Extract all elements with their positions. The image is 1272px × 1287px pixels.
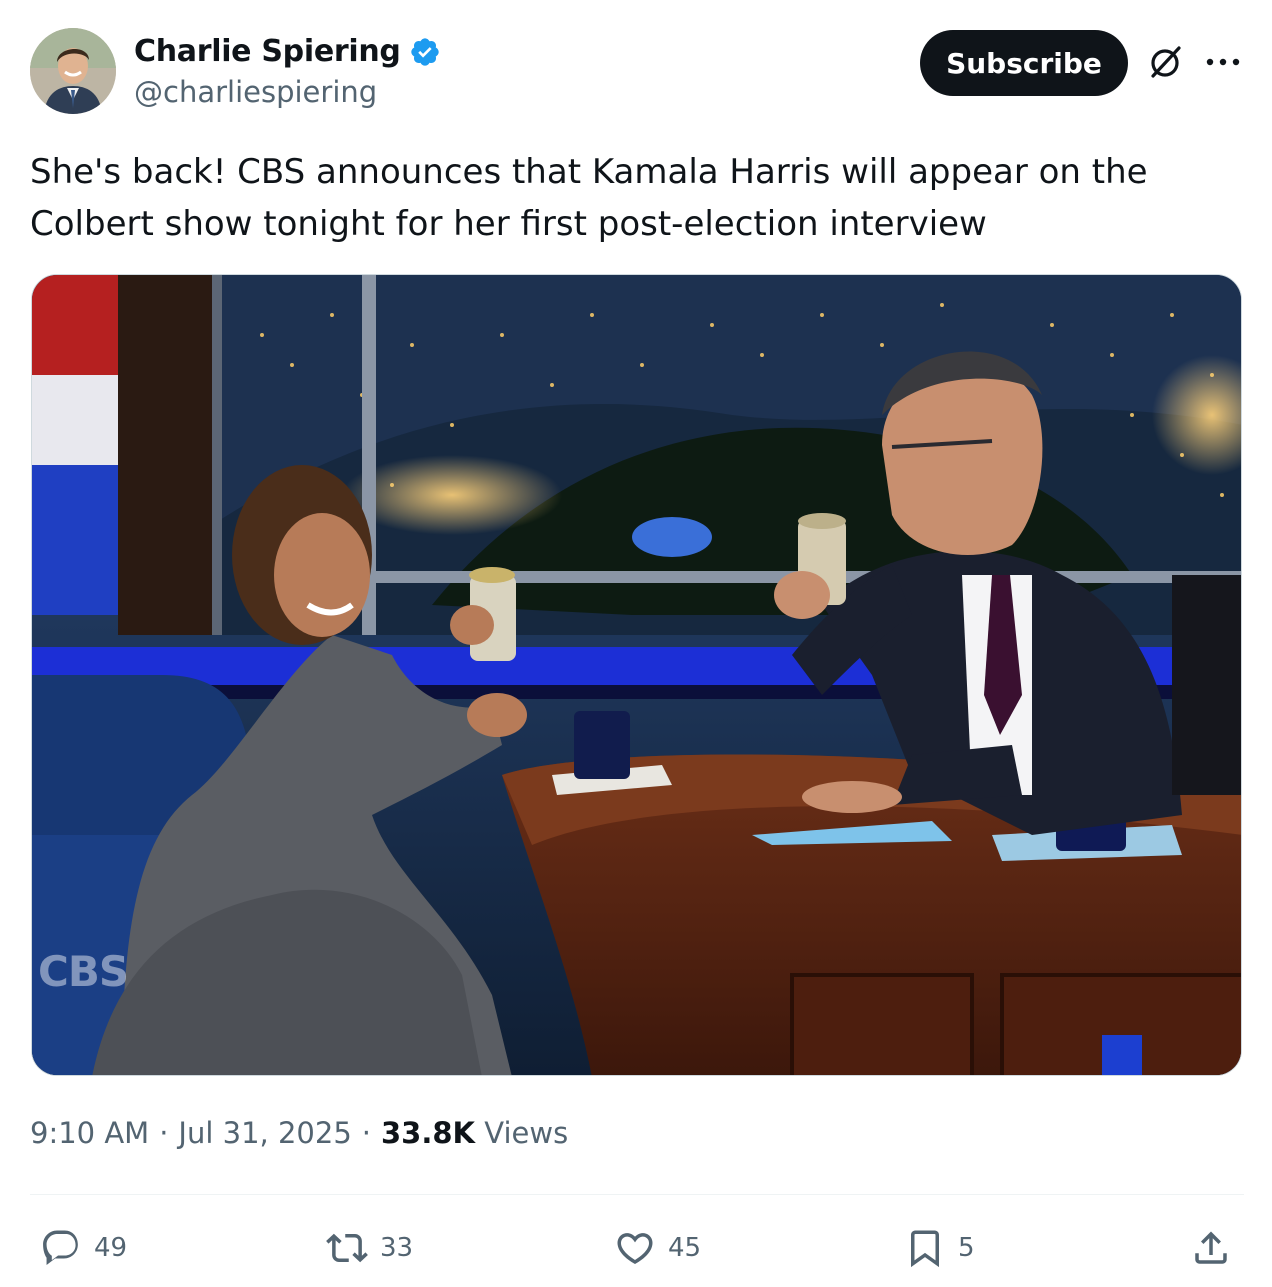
repost-icon bbox=[326, 1233, 368, 1263]
share-button[interactable] bbox=[1190, 1220, 1232, 1276]
share-icon bbox=[1195, 1231, 1227, 1264]
display-name-row: Charlie Spiering bbox=[134, 34, 441, 69]
handle[interactable]: @charliespiering bbox=[134, 75, 441, 109]
display-name[interactable]: Charlie Spiering bbox=[134, 34, 401, 69]
reply-icon bbox=[43, 1230, 78, 1266]
divider bbox=[30, 1194, 1244, 1195]
views-label: Views bbox=[484, 1116, 569, 1150]
more-icon[interactable] bbox=[1204, 50, 1242, 74]
tweet-media-image[interactable]: CBS bbox=[31, 274, 1242, 1076]
tweet-time[interactable]: 9:10 AM bbox=[30, 1116, 149, 1150]
verified-badge-icon[interactable] bbox=[409, 36, 441, 68]
like-button[interactable]: 45 bbox=[614, 1220, 701, 1276]
reply-button[interactable]: 49 bbox=[40, 1220, 127, 1276]
views-count: 33.8K bbox=[381, 1116, 476, 1150]
repost-button[interactable]: 33 bbox=[326, 1220, 413, 1276]
meta-separator: · bbox=[159, 1116, 169, 1150]
meta-separator: · bbox=[361, 1116, 371, 1150]
action-bar: 49 33 45 5 bbox=[30, 1220, 1244, 1276]
reply-count: 49 bbox=[94, 1233, 128, 1263]
like-count: 45 bbox=[668, 1233, 702, 1263]
bookmark-count: 5 bbox=[958, 1233, 975, 1263]
grok-icon[interactable] bbox=[1148, 44, 1184, 80]
author-info: Charlie Spiering @charliespiering bbox=[134, 34, 441, 109]
like-icon bbox=[617, 1233, 653, 1265]
cbs-watermark: CBS bbox=[38, 947, 129, 996]
bookmark-button[interactable]: 5 bbox=[904, 1220, 975, 1276]
avatar[interactable] bbox=[30, 28, 116, 114]
subscribe-button[interactable]: Subscribe bbox=[920, 30, 1128, 96]
bookmark-icon bbox=[911, 1230, 939, 1268]
tweet-header: Charlie Spiering @charliespiering Subscr… bbox=[30, 28, 1244, 118]
tweet-text: She's back! CBS announces that Kamala Ha… bbox=[30, 152, 1148, 244]
repost-count: 33 bbox=[380, 1233, 414, 1263]
tweet-date[interactable]: Jul 31, 2025 bbox=[178, 1116, 351, 1150]
tweet-meta: 9:10 AM · Jul 31, 2025 · 33.8K Views bbox=[30, 1116, 568, 1150]
